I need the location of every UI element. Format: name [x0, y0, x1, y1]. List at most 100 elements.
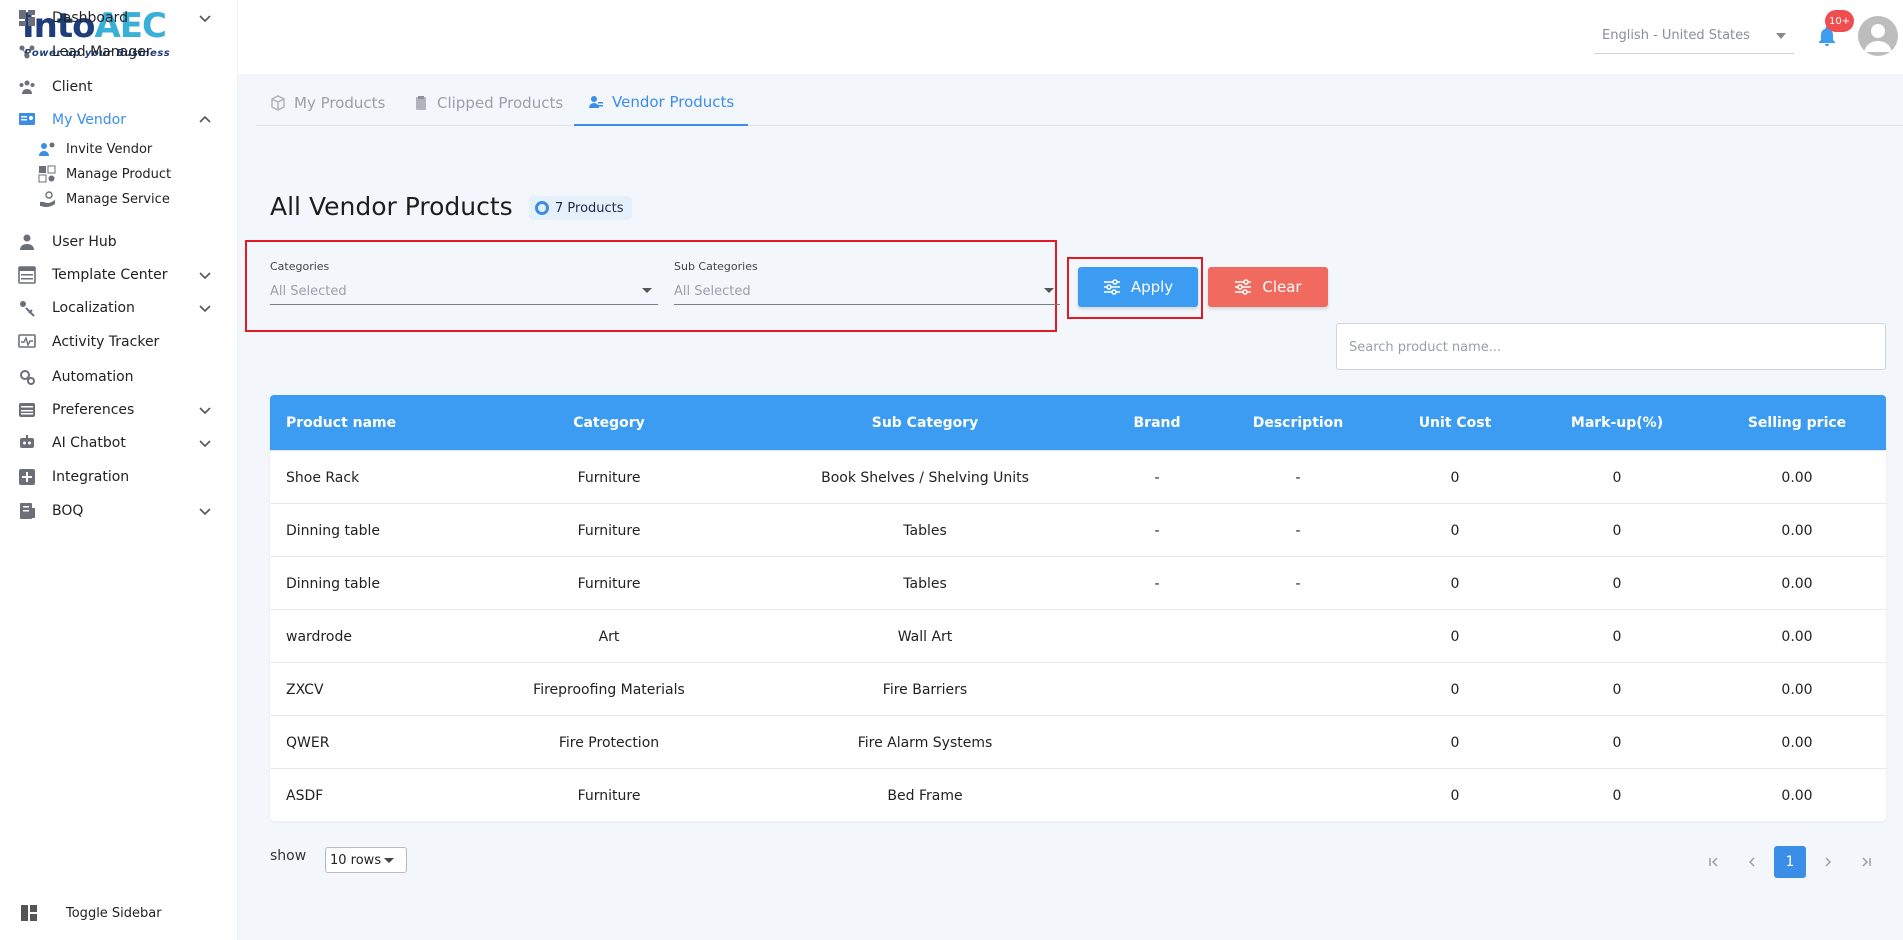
chevron-down-icon[interactable] [198, 11, 212, 25]
table-row[interactable]: QWER Fire Protection Fire Alarm Systems 0 0 0… [270, 715, 1886, 768]
dashboard-icon [18, 9, 36, 27]
table-cell: Dinning table [286, 575, 380, 592]
sidebar-item-boq[interactable]: BOQ [0, 493, 238, 529]
sidebar-item-client[interactable]: Client [0, 69, 238, 105]
chevron-down-icon[interactable] [198, 301, 212, 315]
sidebar-subitem-label: Manage Product [66, 166, 172, 182]
table-row[interactable]: ASDF Furniture Bed Frame 0 0 0.00 [270, 768, 1886, 821]
chevron-down-icon[interactable] [198, 403, 212, 417]
column-header[interactable]: Product name [286, 395, 396, 450]
select-underline [674, 304, 1060, 305]
apply-button[interactable]: Apply [1078, 267, 1198, 307]
sidebar-item-integration[interactable]: Integration [0, 459, 238, 495]
sidebar-subitem-manage-service[interactable]: Manage Service [0, 185, 238, 213]
language-select[interactable]: English - United States [1594, 18, 1794, 54]
last-page-button[interactable] [1850, 846, 1882, 878]
column-header[interactable]: Brand [1133, 395, 1180, 450]
sidebar-item-label: My Vendor [52, 112, 126, 128]
tab-vendor-products[interactable]: Vendor Products [574, 80, 749, 126]
chevron-down-icon[interactable] [198, 504, 212, 518]
chevron-down-icon[interactable] [198, 268, 212, 282]
table-cell: - [1154, 469, 1160, 486]
client-icon [18, 78, 36, 96]
table-cell: ZXCV [286, 681, 324, 698]
sidebar-subitem-manage-product[interactable]: Manage Product [0, 160, 238, 188]
tab-clipped-products[interactable]: Clipped Products [413, 80, 563, 126]
sidebar-item-label: Integration [52, 469, 130, 485]
chevron-up-icon[interactable] [198, 113, 212, 127]
column-header[interactable]: Sub Category [872, 395, 979, 450]
sub-categories-select[interactable]: Sub Categories All Selected [674, 258, 1060, 305]
sidebar-item-activity-tracker[interactable]: Activity Tracker [0, 324, 238, 360]
table-cell: Art [598, 628, 620, 645]
sidebar-item-localization[interactable]: Localization [0, 290, 238, 326]
box-icon [270, 95, 286, 111]
user-avatar[interactable] [1858, 16, 1898, 56]
table-cell: - [1154, 575, 1160, 592]
table-cell: 0.00 [1781, 628, 1813, 645]
sidebar-item-my-vendor[interactable]: My Vendor [0, 102, 238, 138]
search-input[interactable] [1349, 336, 1869, 358]
sidebar-item-ai-chatbot[interactable]: AI Chatbot [0, 425, 238, 461]
clear-button[interactable]: Clear [1208, 267, 1328, 307]
column-header[interactable]: Unit Cost [1419, 395, 1492, 450]
filter-sliders-icon [1234, 279, 1252, 295]
tab-my-products[interactable]: My Products [270, 80, 385, 126]
table-cell: 0.00 [1781, 787, 1813, 804]
rows-per-page-select[interactable]: 10 rows [325, 847, 407, 873]
next-page-button[interactable] [1812, 846, 1844, 878]
table-header: Product name Category Sub Category Brand Des… [270, 395, 1886, 450]
table-cell: 0 [1612, 469, 1622, 486]
sidebar-item-user-hub[interactable]: User Hub [0, 224, 238, 260]
sidebar-subitem-invite-vendor[interactable]: Invite Vendor [0, 135, 238, 163]
table-row[interactable]: Dinning table Furniture Tables - - 0 0 0.00 [270, 503, 1886, 556]
dropdown-arrow-icon [642, 288, 652, 293]
page-1-button[interactable]: 1 [1774, 846, 1806, 878]
chevron-down-icon[interactable] [198, 436, 212, 450]
first-page-button[interactable] [1698, 846, 1730, 878]
table-cell: 0.00 [1781, 734, 1813, 751]
table-cell: Tables [903, 522, 947, 539]
table-cell: 0 [1450, 575, 1460, 592]
sidebar-item-label: AI Chatbot [52, 435, 126, 451]
count-ring-icon [535, 201, 549, 215]
table-cell: Furniture [577, 469, 641, 486]
clip-icon [413, 95, 429, 111]
sidebar-item-label: Preferences [52, 402, 135, 418]
toggle-sidebar-label: Toggle Sidebar [66, 906, 162, 921]
table-row[interactable]: Shoe Rack Furniture Book Shelves / Shelvin… [270, 450, 1886, 503]
table-cell: - [1154, 522, 1160, 539]
table-cell: - [1295, 469, 1301, 486]
table-cell: QWER [286, 734, 330, 751]
chevron-right-icon [1825, 857, 1832, 867]
table-cell: Wall Art [897, 628, 953, 645]
boq-icon [18, 502, 36, 520]
sidebar-item-label: Client [52, 79, 93, 95]
column-header[interactable]: Category [573, 395, 645, 450]
notification-count-badge: 10+ [1825, 10, 1855, 32]
table-row[interactable]: Dinning table Furniture Tables - - 0 0 0.00 [270, 556, 1886, 609]
table-row[interactable]: wardrode Art Wall Art 0 0 0.00 [270, 609, 1886, 662]
sidebar-item-preferences[interactable]: Preferences [0, 392, 238, 428]
sidebar-item-label: Lead Manager [52, 44, 152, 60]
localization-icon [18, 299, 36, 317]
page-title: All Vendor Products [270, 192, 513, 221]
table-cell: wardrode [286, 628, 352, 645]
sidebar-item-automation[interactable]: Automation [0, 359, 238, 395]
table-row[interactable]: ZXCV Fireproofing Materials Fire Barriers 0… [270, 662, 1886, 715]
toggle-sidebar-button[interactable]: Toggle Sidebar [0, 898, 238, 928]
sidebar-item-template-center[interactable]: Template Center [0, 257, 238, 293]
categories-select[interactable]: Categories All Selected [270, 258, 658, 305]
vendor-icon [18, 111, 36, 129]
sidebar-item-dashboard[interactable]: Dashboard [0, 0, 238, 36]
column-header[interactable]: Selling price [1748, 395, 1846, 450]
sidebar-toggle-icon [20, 904, 38, 922]
first-page-icon [1709, 857, 1718, 867]
chevron-left-icon [1748, 857, 1755, 867]
table-cell: 0 [1612, 787, 1622, 804]
prev-page-button[interactable] [1736, 846, 1768, 878]
column-header[interactable]: Description [1253, 395, 1344, 450]
table-cell: 0 [1450, 522, 1460, 539]
column-header[interactable]: Mark-up(%) [1571, 395, 1663, 450]
sidebar-item-lead-manager[interactable]: Lead Manager [0, 34, 238, 70]
